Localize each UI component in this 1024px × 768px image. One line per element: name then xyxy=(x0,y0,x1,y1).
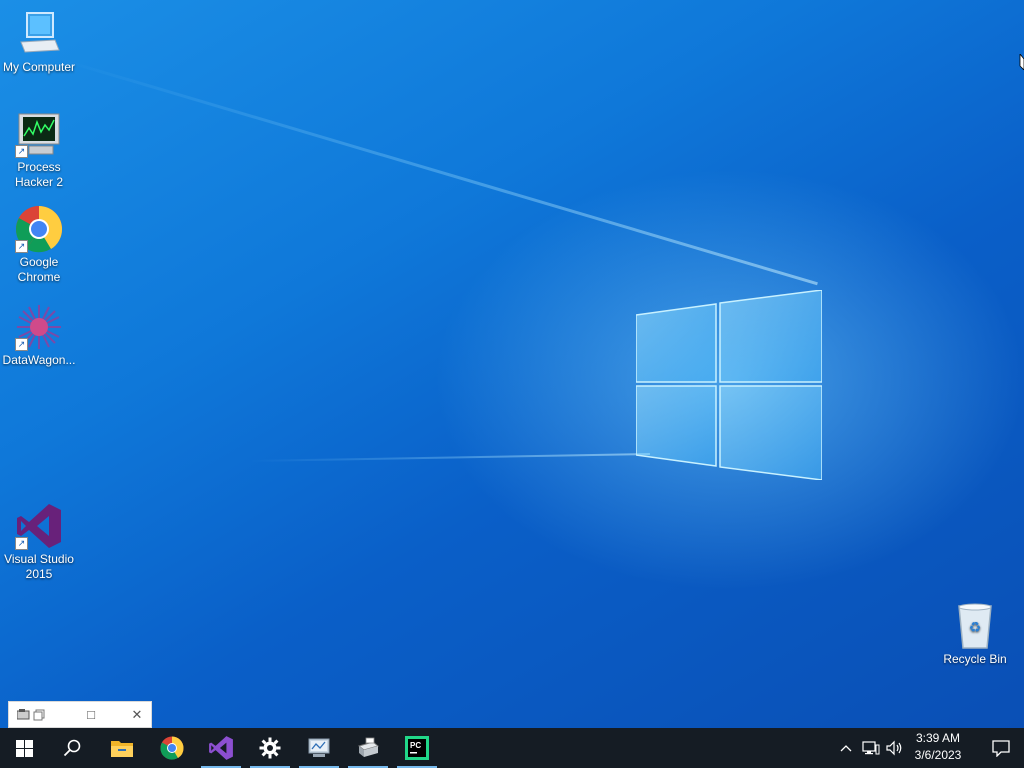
minimized-window[interactable]: □ ✕ xyxy=(8,701,152,728)
search-button[interactable] xyxy=(48,728,96,768)
desktop-icon-datawagon[interactable]: ↗ DataWagon... xyxy=(0,303,78,368)
shortcut-arrow-icon: ↗ xyxy=(15,145,28,158)
svg-text:♻: ♻ xyxy=(969,619,982,635)
desktop-icon-label: Process Hacker 2 xyxy=(14,160,64,189)
recycle-bin-icon: ♻ xyxy=(951,602,999,650)
taskbar: PC 3:39 AM 3/6/2023 xyxy=(0,728,1024,768)
desktop-icon-label: Recycle Bin xyxy=(943,652,1007,666)
desktop-icon-recycle-bin[interactable]: ♻ Recycle Bin xyxy=(936,602,1014,667)
shortcut-arrow-icon: ↗ xyxy=(15,537,28,550)
start-button[interactable] xyxy=(0,728,48,768)
volume-tray-button[interactable] xyxy=(884,728,906,768)
desktop-icon-label: Visual Studio 2015 xyxy=(4,552,74,581)
clock-time: 3:39 AM xyxy=(915,731,961,745)
svg-text:PC: PC xyxy=(410,741,421,750)
visual-studio-icon: ↗ xyxy=(15,502,63,550)
windows-start-icon xyxy=(15,739,33,757)
taskbar-clock[interactable]: 3:39 AM 3/6/2023 xyxy=(906,730,970,766)
network-icon xyxy=(862,741,880,755)
maximize-button[interactable]: □ xyxy=(81,705,101,725)
printer-app-icon xyxy=(357,737,380,757)
window-restore-icon xyxy=(33,708,45,721)
show-hidden-icons-button[interactable] xyxy=(836,728,856,768)
mouse-cursor-icon xyxy=(1019,54,1024,70)
desktop-background: My Computer ↗ Process Hacker 2 ↗ Google … xyxy=(0,0,1024,728)
taskbar-settings[interactable] xyxy=(246,728,294,768)
taskbar-chrome[interactable] xyxy=(148,728,196,768)
desktop-icon-process-hacker[interactable]: ↗ Process Hacker 2 xyxy=(0,110,78,190)
chevron-up-icon xyxy=(840,745,852,752)
action-center-button[interactable] xyxy=(978,728,1024,768)
search-icon xyxy=(63,739,81,757)
light-beam xyxy=(59,58,818,286)
volume-icon xyxy=(886,740,902,756)
shortcut-arrow-icon: ↗ xyxy=(15,240,28,253)
settings-gear-icon xyxy=(259,737,281,759)
app-window-icon xyxy=(16,708,31,720)
taskbar-visual-studio[interactable] xyxy=(197,728,245,768)
computer-icon xyxy=(15,10,63,58)
file-explorer-icon xyxy=(111,741,133,757)
windows-wallpaper-logo xyxy=(636,290,822,480)
process-hacker-icon: ↗ xyxy=(15,110,63,158)
notification-icon xyxy=(992,739,1010,757)
visual-studio-icon xyxy=(209,736,233,760)
desktop-icon-label: DataWagon... xyxy=(2,353,76,367)
taskbar-network-app[interactable] xyxy=(295,728,343,768)
taskbar-pycharm[interactable]: PC xyxy=(393,728,441,768)
pycharm-icon: PC xyxy=(405,736,429,760)
clock-date: 3/6/2023 xyxy=(914,748,962,762)
desktop-icon-google-chrome[interactable]: ↗ Google Chrome xyxy=(0,205,78,285)
network-app-icon xyxy=(308,738,330,757)
light-beam xyxy=(249,453,650,462)
close-button[interactable]: ✕ xyxy=(127,705,147,725)
taskbar-file-explorer[interactable] xyxy=(98,728,146,768)
desktop-icon-label: My Computer xyxy=(2,60,76,74)
chrome-icon: ↗ xyxy=(15,205,63,253)
desktop-icon-visual-studio[interactable]: ↗ Visual Studio 2015 xyxy=(0,502,78,582)
chrome-icon xyxy=(160,736,184,760)
desktop-icon-label: Google Chrome xyxy=(17,255,61,284)
network-tray-button[interactable] xyxy=(860,728,882,768)
desktop-icon-my-computer[interactable]: My Computer xyxy=(0,10,78,75)
datawagon-icon: ↗ xyxy=(15,303,63,351)
taskbar-printer-app[interactable] xyxy=(344,728,392,768)
shortcut-arrow-icon: ↗ xyxy=(15,338,28,351)
